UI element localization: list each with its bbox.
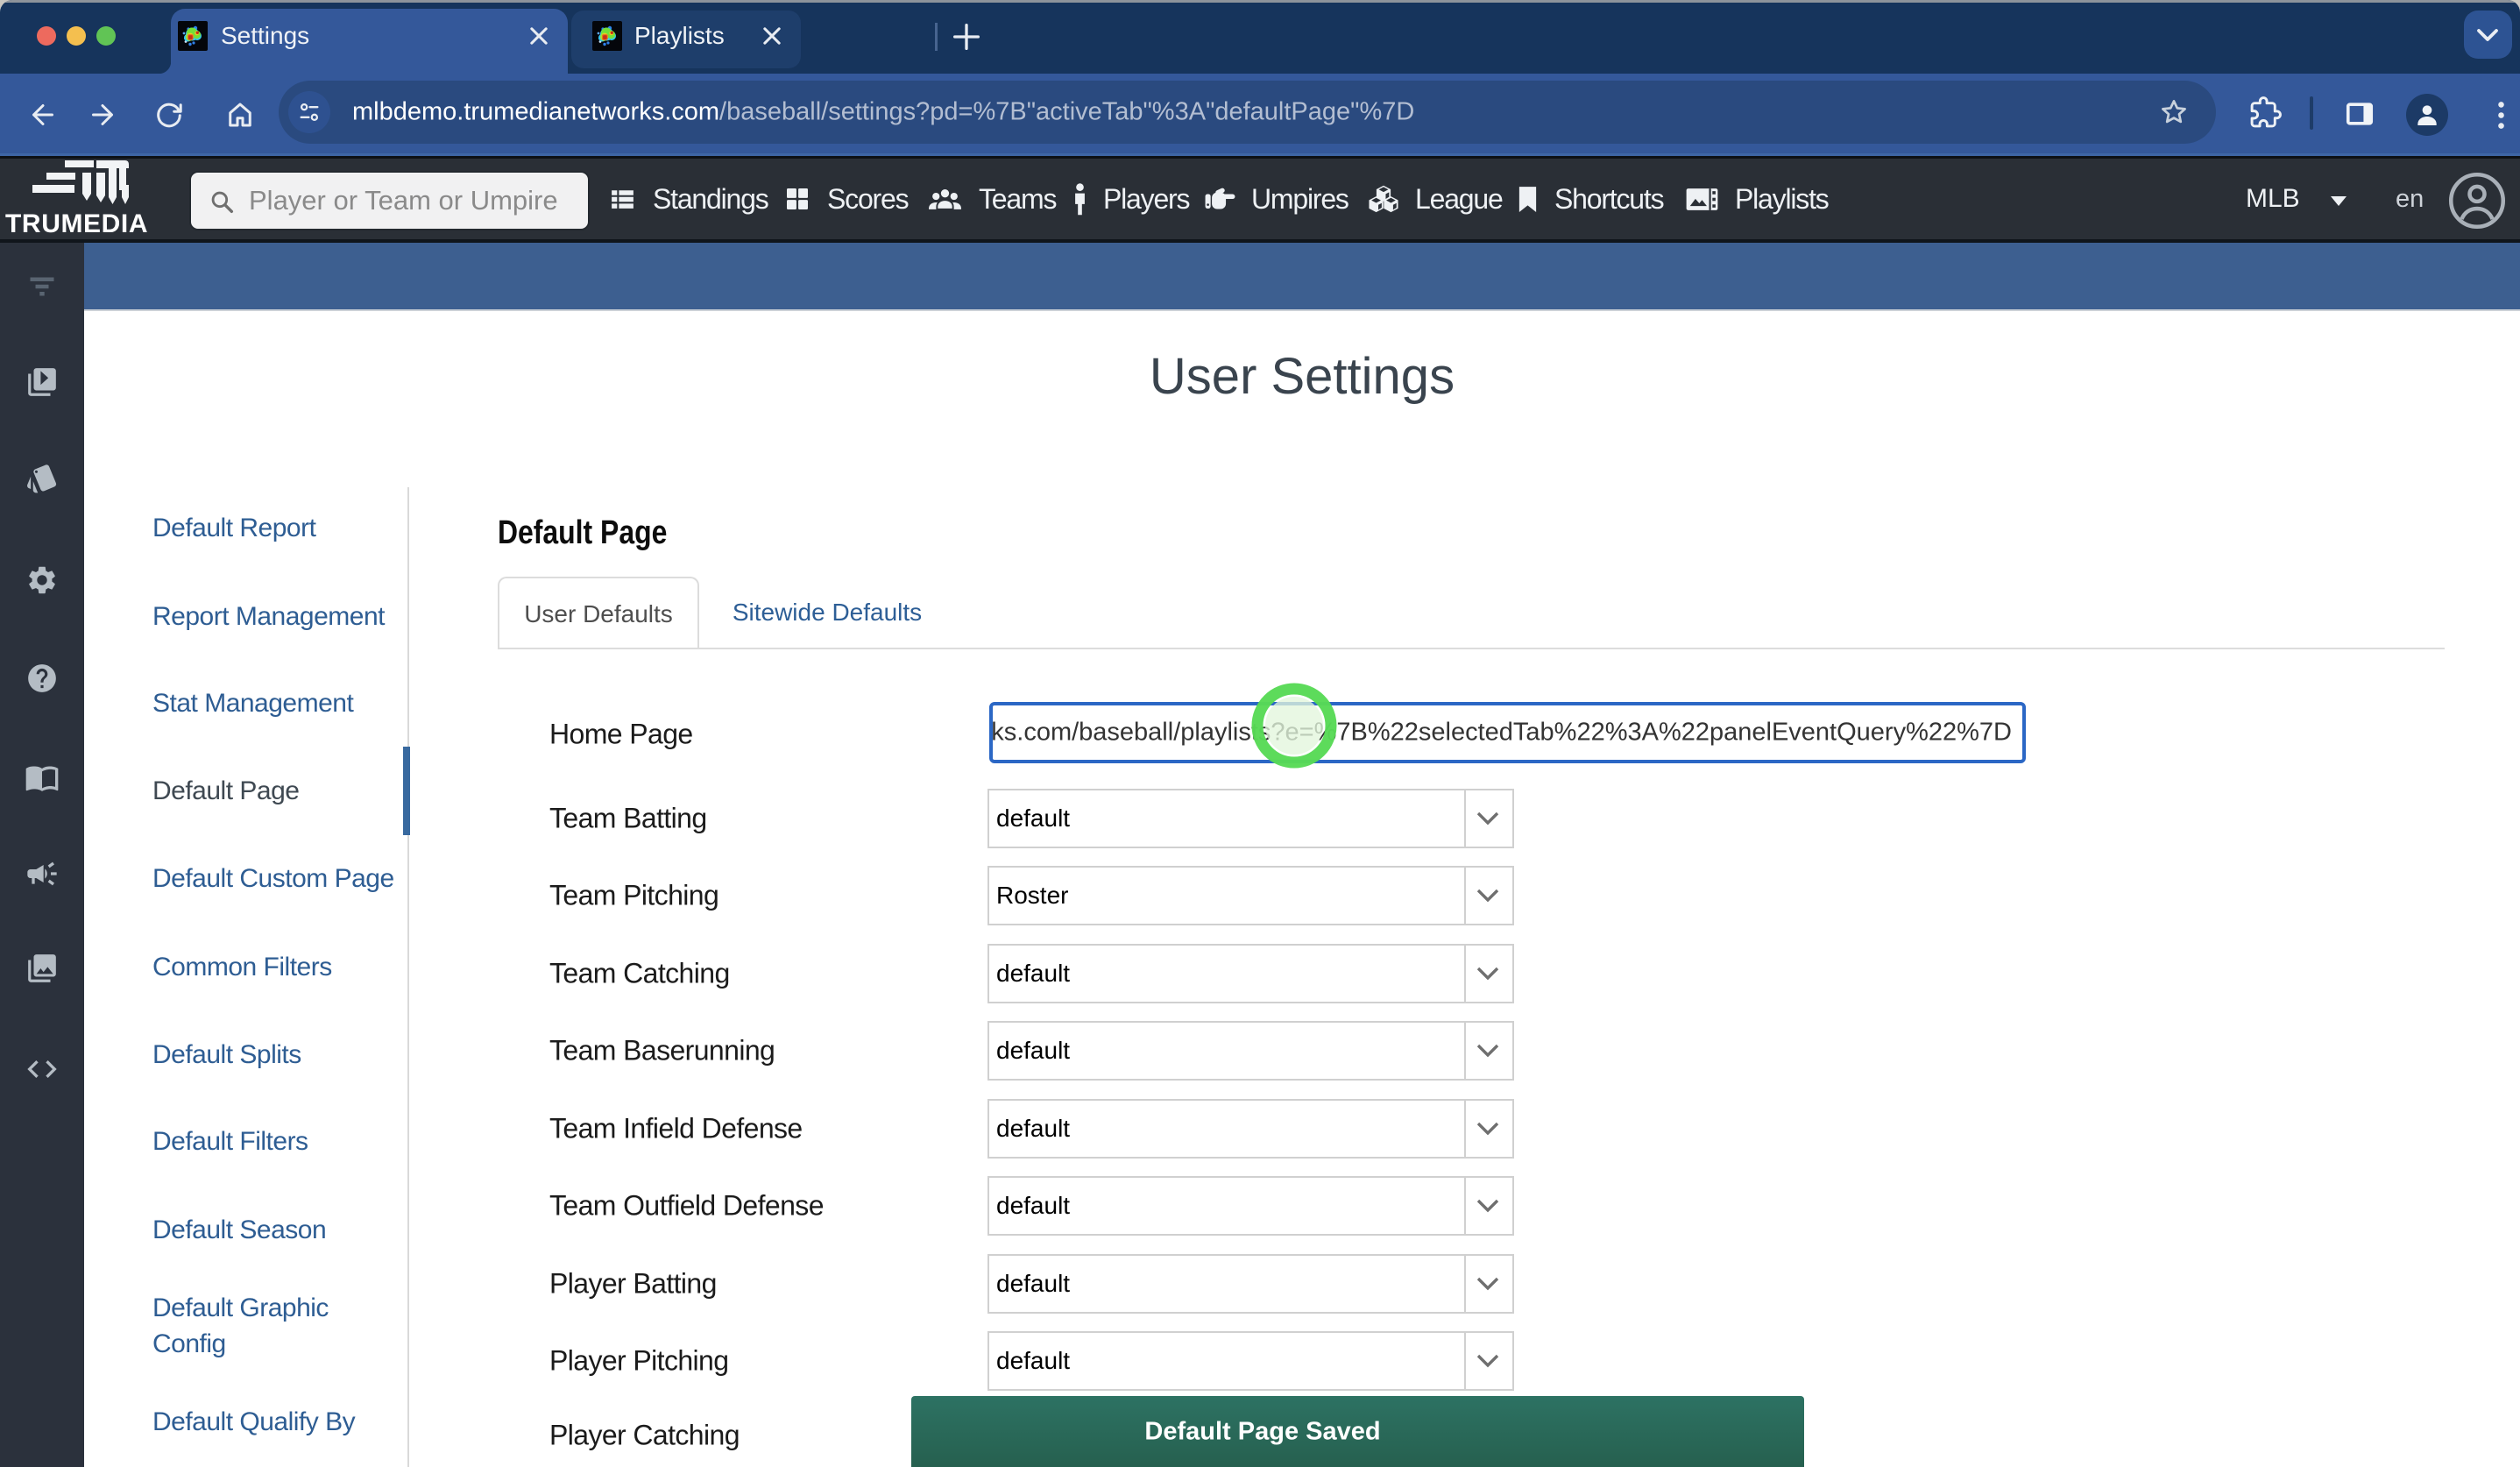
- svg-text:TRUMEDIA: TRUMEDIA: [5, 209, 148, 238]
